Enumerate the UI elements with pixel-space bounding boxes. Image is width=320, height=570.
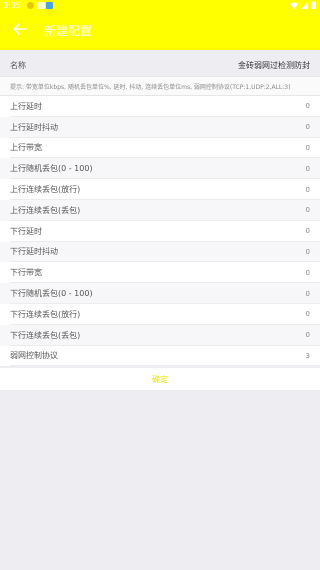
setting-row[interactable]: 上行随机丢包(0 - 100) 0 [0, 158, 320, 180]
setting-value[interactable]: 0 [306, 310, 310, 318]
setting-label: 上行连续丢包(放行) [10, 185, 81, 195]
name-value[interactable]: 金砖弱网过检测防封 [238, 60, 310, 71]
setting-label: 下行连续丢包(丢包) [10, 330, 81, 340]
setting-label: 下行随机丢包(0 - 100) [10, 289, 93, 299]
setting-label: 上行随机丢包(0 - 100) [10, 164, 93, 174]
setting-value[interactable]: 0 [306, 331, 310, 339]
setting-value[interactable]: 0 [306, 186, 310, 194]
setting-value[interactable]: 0 [306, 269, 310, 277]
notification-icon [37, 2, 45, 9]
setting-label: 弱网控制协议 [10, 351, 58, 361]
setting-row[interactable]: 弱网控制协议 3 [0, 345, 320, 367]
setting-value[interactable]: 3 [306, 352, 310, 360]
setting-row[interactable]: 下行延时抖动 0 [0, 241, 320, 263]
setting-row[interactable]: 下行连续丢包(放行) 0 [0, 304, 320, 325]
setting-value[interactable]: 0 [306, 144, 310, 152]
status-time: 3:35 [3, 1, 21, 10]
battery-icon [311, 1, 316, 9]
setting-row[interactable]: 下行连续丢包(丢包) 0 [0, 324, 320, 346]
setting-value[interactable]: 0 [306, 165, 310, 173]
setting-row[interactable]: 上行延时抖动 0 [0, 116, 320, 138]
setting-label: 上行延时抖动 [10, 122, 58, 132]
setting-label: 下行延时抖动 [10, 247, 58, 257]
setting-row[interactable]: 下行延时 0 [0, 220, 320, 242]
setting-label: 上行延时 [10, 101, 42, 111]
hint-text: 提示: 带宽单位kbps, 随机丢包单位%, 延时, 抖动, 连续丢包单位ms,… [0, 76, 320, 96]
setting-row[interactable]: 上行带宽 0 [0, 137, 320, 159]
setting-label: 下行带宽 [10, 268, 42, 278]
app-notification-icon [46, 2, 53, 9]
setting-value[interactable]: 0 [306, 248, 310, 256]
setting-label: 下行延时 [10, 226, 42, 236]
status-bar: 3:35 [0, 0, 320, 12]
setting-row[interactable]: 上行连续丢包(放行) 0 [0, 179, 320, 200]
setting-label: 上行连续丢包(丢包) [10, 205, 81, 215]
name-label: 名称 [10, 60, 26, 70]
setting-value[interactable]: 0 [306, 227, 310, 235]
setting-label: 上行带宽 [10, 143, 42, 153]
setting-value[interactable]: 0 [306, 123, 310, 131]
arrow-left-icon[interactable] [12, 21, 28, 37]
config-form: 名称 金砖弱网过检测防封 提示: 带宽单位kbps, 随机丢包单位%, 延时, … [0, 50, 320, 368]
notification-icon [27, 2, 34, 9]
setting-row[interactable]: 上行延时 0 [0, 96, 320, 117]
page-title: 新建配置 [44, 24, 93, 38]
app-bar: 新建配置 [0, 12, 320, 50]
setting-label: 下行连续丢包(放行) [10, 309, 81, 319]
setting-row[interactable]: 下行带宽 0 [0, 262, 320, 284]
setting-row[interactable]: 下行随机丢包(0 - 100) 0 [0, 283, 320, 304]
setting-value[interactable]: 0 [306, 290, 310, 298]
setting-row[interactable]: 上行连续丢包(丢包) 0 [0, 200, 320, 221]
settings-list: 上行延时 0 上行延时抖动 0 上行带宽 0 上行随机丢包(0 - 100) 0 上行连续丢包(… [0, 96, 320, 368]
setting-value[interactable]: 0 [306, 102, 310, 110]
signal-icon [301, 1, 308, 9]
name-row[interactable]: 名称 金砖弱网过检测防封 [0, 54, 320, 76]
wifi-icon [290, 2, 298, 9]
confirm-button[interactable]: 确定 [0, 368, 320, 390]
setting-value[interactable]: 0 [306, 206, 310, 214]
